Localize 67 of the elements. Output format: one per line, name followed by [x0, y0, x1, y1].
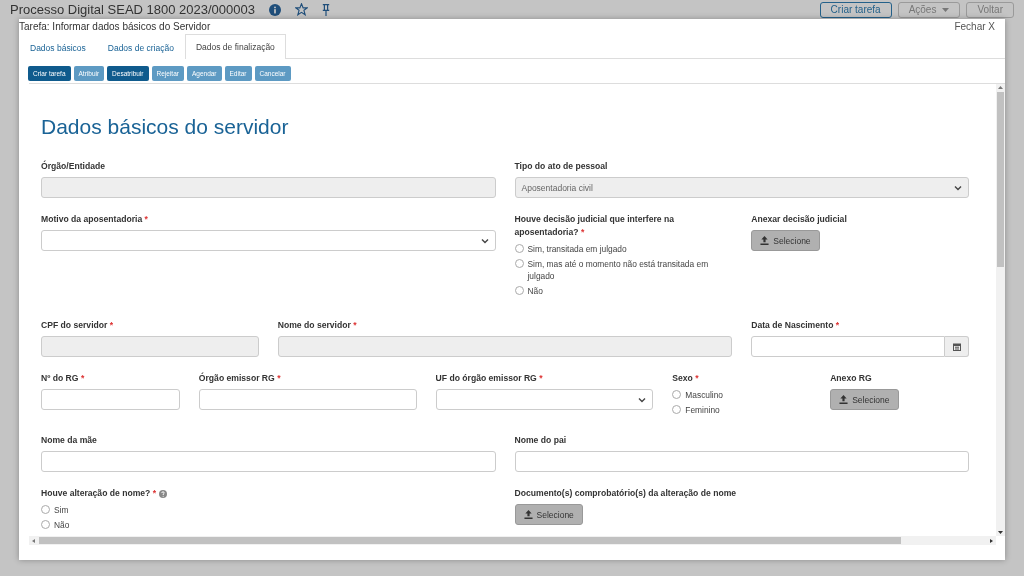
form-heading: Dados básicos do servidor	[41, 115, 290, 139]
field-label: Anexo RG	[830, 372, 872, 385]
field-label: Nº do RG *	[41, 372, 85, 385]
radio-button[interactable]	[514, 259, 524, 268]
create-task-button[interactable]: Criar tarefa	[819, 1, 892, 18]
tab[interactable]: Dados básicos	[19, 35, 97, 59]
radio-button[interactable]	[514, 244, 524, 253]
radio-label[interactable]: Não	[54, 519, 70, 531]
scroll-up-icon[interactable]	[998, 86, 1003, 89]
radio-button[interactable]	[41, 505, 50, 514]
close-link[interactable]: Fechar X	[954, 21, 995, 32]
upload-button[interactable]: Selecione	[751, 230, 820, 251]
radio-label[interactable]: Não	[527, 285, 543, 297]
field-label: CPF do servidor *	[41, 319, 114, 332]
field-label: Documento(s) comprobatório(s) da alteração de nome	[514, 487, 737, 500]
field-label: Data de Nascimento *	[751, 319, 840, 332]
radio-button[interactable]	[672, 405, 682, 414]
horizontal-scrollbar[interactable]	[29, 536, 996, 545]
radio-button[interactable]	[41, 520, 50, 529]
field-label: UF do órgão emissor RG *	[435, 372, 543, 385]
field-label: Órgão emissor RG *	[198, 372, 281, 385]
radio-button[interactable]	[514, 286, 524, 295]
chevron-down-icon	[954, 184, 962, 191]
chevron-down-icon	[480, 237, 489, 244]
field-label: Houve alteração de nome? *	[41, 487, 157, 500]
field-label: Houve decisão judicial que interfere na aposentadoria? *	[514, 213, 675, 239]
help-icon[interactable]	[159, 489, 168, 498]
vertical-scrollbar[interactable]	[996, 84, 1005, 536]
radio-button[interactable]	[672, 390, 682, 399]
date-field[interactable]	[751, 336, 945, 357]
select-field[interactable]	[435, 389, 654, 410]
calendar-icon	[952, 342, 961, 351]
radio-label[interactable]: Sim, transitada em julgado	[527, 243, 627, 255]
upload-button[interactable]: Selecione	[514, 504, 583, 525]
caret-icon	[942, 7, 950, 12]
field-label: Nome do pai	[514, 434, 567, 447]
input-field[interactable]	[514, 451, 969, 472]
info-icon	[269, 3, 281, 16]
select-field[interactable]	[41, 230, 496, 251]
field-label: Sexo *	[672, 372, 699, 385]
calendar-button[interactable]	[945, 336, 969, 357]
page-title: Processo Digital SEAD 1800 2023/000003	[10, 2, 255, 17]
field-label: Órgão/Entidade	[41, 160, 105, 173]
tab[interactable]: Dados de finalização	[184, 34, 286, 59]
radio-label[interactable]: Sim	[54, 504, 69, 516]
upload-button[interactable]: Selecione	[830, 389, 899, 410]
scroll-left-icon[interactable]	[32, 539, 35, 543]
pin-icon[interactable]	[322, 3, 330, 16]
chevron-down-icon	[638, 396, 647, 403]
field-label: Tipo do ato de pessoal	[514, 160, 608, 173]
star-icon[interactable]	[295, 3, 308, 16]
scroll-down-icon[interactable]	[998, 531, 1003, 534]
input-field[interactable]	[41, 451, 496, 472]
radio-label[interactable]: Sim, mas até o momento não está transitada em julgado	[527, 258, 733, 282]
upload-icon	[523, 510, 533, 519]
radio-label[interactable]: Masculino	[685, 389, 724, 401]
field-label: Motivo da aposentadoria *	[41, 213, 148, 226]
radio-label[interactable]: Feminino	[685, 404, 720, 416]
field-label: Anexar decisão judicial	[751, 213, 847, 226]
input-field[interactable]	[41, 389, 180, 410]
upload-icon	[760, 236, 770, 245]
input-field[interactable]	[198, 389, 417, 410]
scroll-right-icon[interactable]	[990, 539, 993, 543]
field-label: Nome do servidor *	[277, 319, 357, 332]
upload-icon	[839, 395, 849, 404]
modal-title: Tarefa: Informar dados básicos do Servidor	[19, 21, 211, 32]
field-label: Nome da mãe	[41, 434, 97, 447]
